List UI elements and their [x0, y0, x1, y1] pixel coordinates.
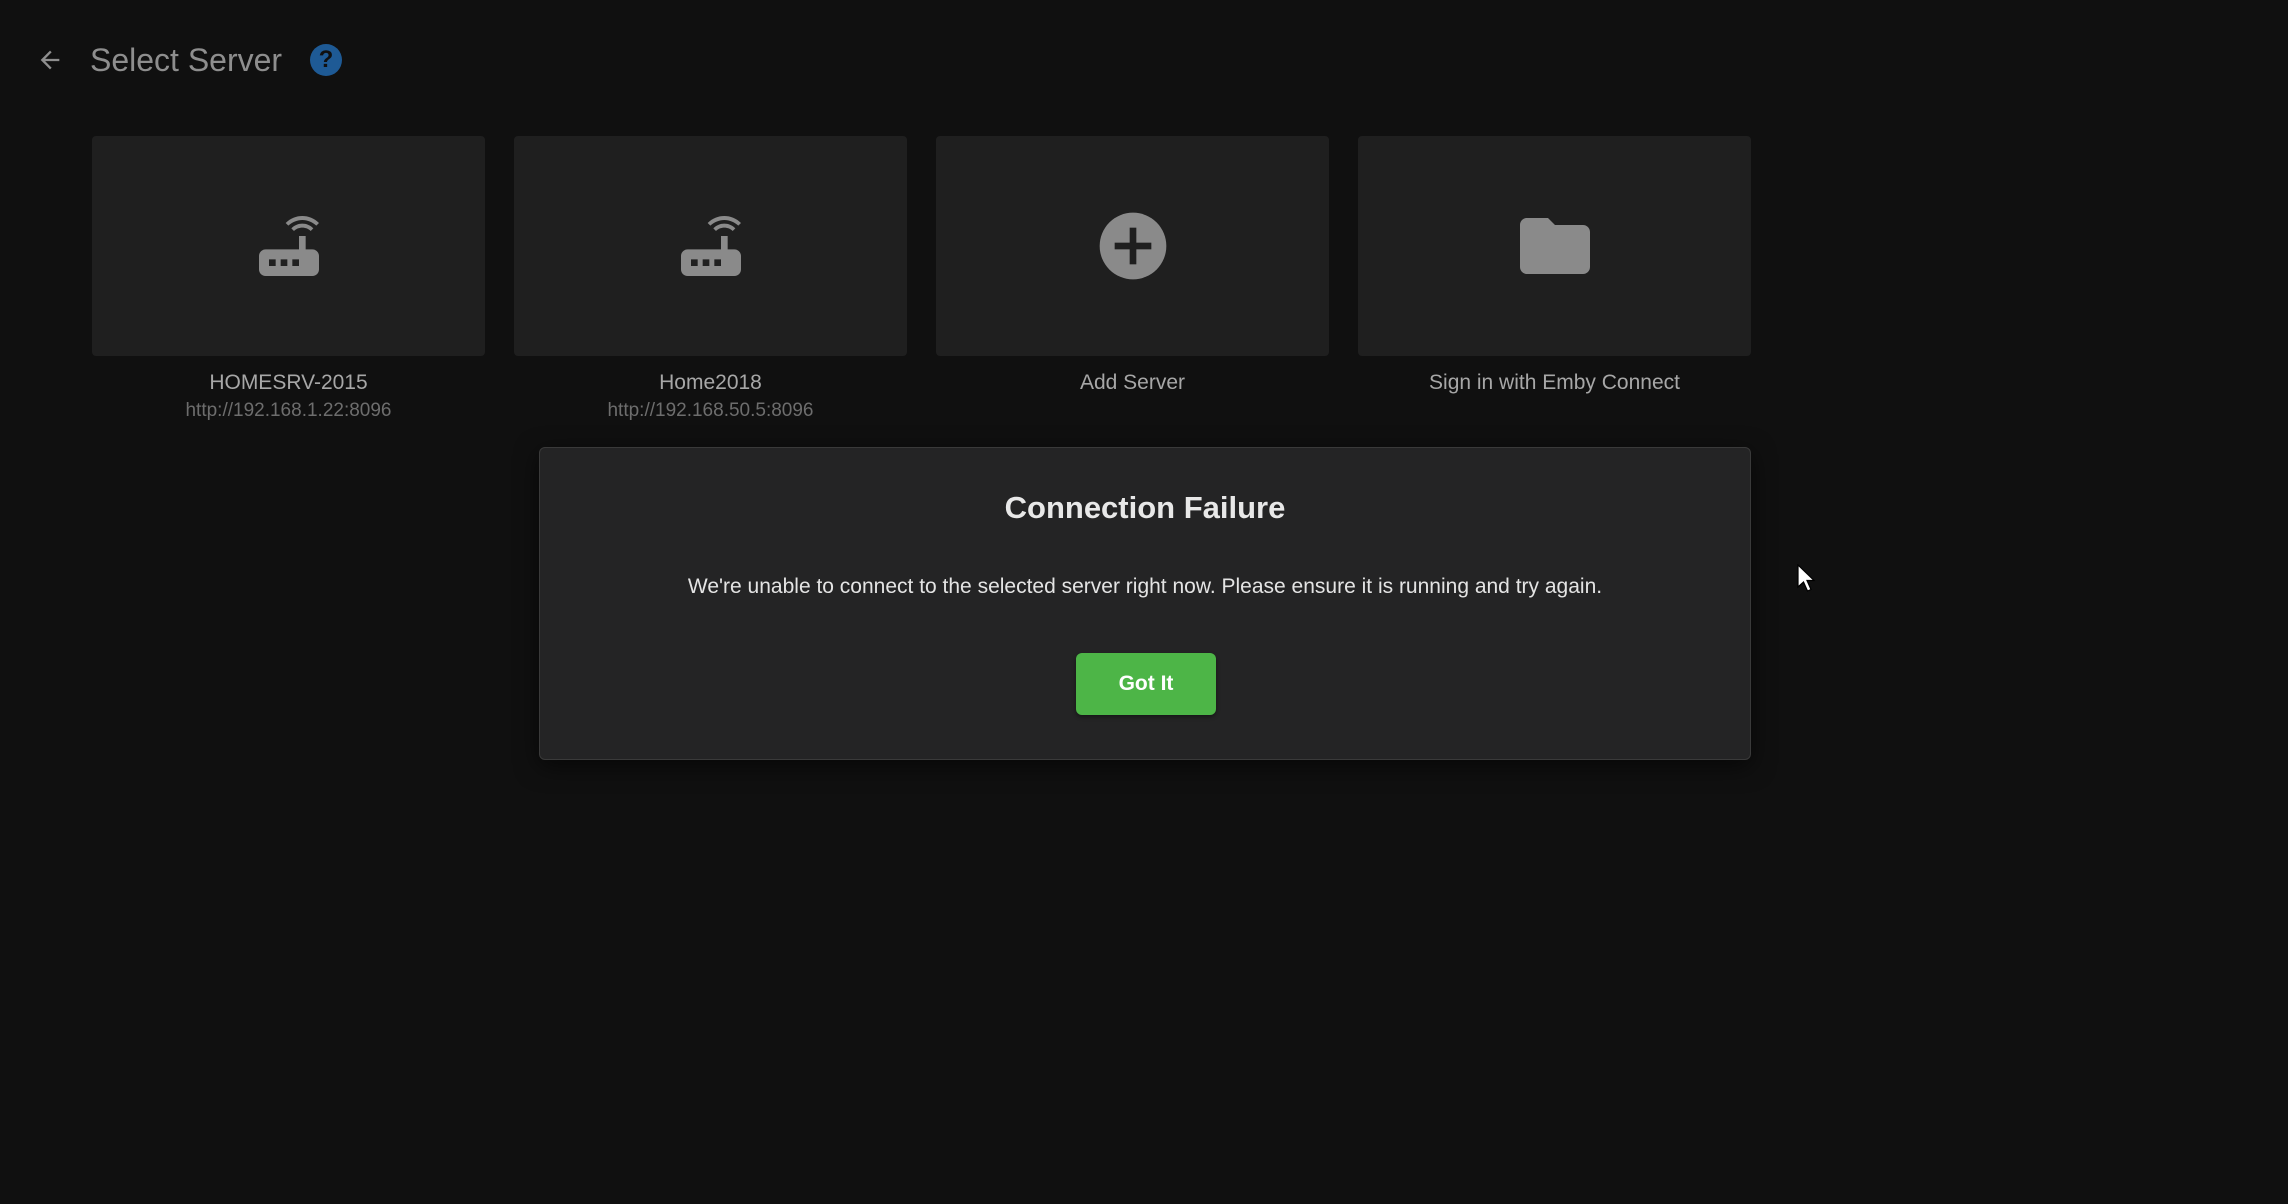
- router-icon: [680, 216, 741, 276]
- emby-connect-tile[interactable]: [1358, 136, 1751, 356]
- help-button[interactable]: ?: [310, 44, 342, 76]
- add-circle-icon: [1099, 212, 1166, 280]
- server-tile[interactable]: [514, 136, 907, 356]
- add-server-tile[interactable]: [936, 136, 1329, 356]
- folder-icon: [1519, 218, 1590, 274]
- server-card-home2018[interactable]: Home2018 http://192.168.50.5:8096: [514, 136, 907, 424]
- arrow-left-icon: [40, 50, 60, 70]
- back-button[interactable]: [28, 38, 72, 82]
- emby-connect-label: Sign in with Emby Connect: [1429, 371, 1680, 394]
- server-card-homesrv-2015[interactable]: HOMESRV-2015 http://192.168.1.22:8096: [92, 136, 485, 424]
- help-icon: ?: [318, 46, 334, 73]
- mouse-cursor-icon: [1797, 564, 1816, 592]
- server-address: http://192.168.50.5:8096: [607, 400, 814, 421]
- header: Select Server ?: [0, 0, 2288, 120]
- server-name: HOMESRV-2015: [209, 371, 368, 394]
- add-server-card[interactable]: Add Server: [936, 136, 1329, 398]
- dialog-message: We're unable to connect to the selected …: [687, 575, 1603, 598]
- emby-connect-card[interactable]: Sign in with Emby Connect: [1358, 136, 1751, 398]
- page-title: Select Server: [90, 42, 283, 78]
- server-address: http://192.168.1.22:8096: [185, 400, 392, 421]
- connection-failure-dialog: Connection Failure We're unable to conne…: [539, 447, 1751, 760]
- got-it-button[interactable]: Got It: [1076, 653, 1216, 715]
- select-server-page: Select Server ? HOMESRV-2015 http://192.…: [0, 0, 2288, 1204]
- server-name: Home2018: [659, 371, 762, 394]
- server-tile[interactable]: [92, 136, 485, 356]
- dialog-title: Connection Failure: [1004, 490, 1286, 525]
- add-server-label: Add Server: [1079, 371, 1186, 394]
- router-icon: [258, 216, 319, 276]
